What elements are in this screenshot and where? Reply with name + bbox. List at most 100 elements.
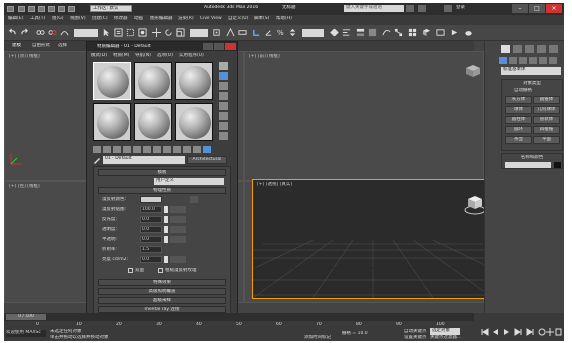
translucency-checkbox[interactable] (164, 236, 168, 243)
material-editor-icon[interactable] (408, 28, 417, 37)
rendered-frame-window-icon[interactable] (436, 28, 445, 37)
link-icon[interactable] (36, 28, 45, 37)
luminance-map-button[interactable] (170, 256, 186, 263)
cylinder-button[interactable]: 圆柱体 (505, 116, 532, 124)
translucency-input[interactable]: 0.0 (140, 236, 162, 243)
box-button[interactable]: 长方体 (505, 96, 532, 104)
material-map-navigator-icon[interactable] (203, 146, 211, 153)
menu-customize[interactable]: 自定义(U) (228, 16, 248, 21)
teapot-button[interactable]: 茶壶 (505, 136, 532, 144)
select-manipulate-icon[interactable] (226, 28, 235, 37)
project-folder-icon[interactable] (68, 6, 75, 12)
undo-icon[interactable] (8, 28, 17, 37)
luminance-checkbox[interactable] (164, 256, 168, 263)
get-material-icon[interactable] (93, 146, 101, 153)
me-menu-utilities[interactable]: 实用程序(U) (179, 53, 204, 58)
rollout-mental-ray[interactable]: mental ray 连接 (98, 306, 226, 313)
transparency-input[interactable]: 0.0 (140, 226, 162, 233)
shininess-checkbox[interactable] (164, 216, 168, 223)
show-end-result-icon[interactable] (173, 146, 181, 153)
material-id-icon[interactable] (153, 146, 161, 153)
select-object-icon[interactable] (102, 28, 111, 37)
material-slot-2[interactable] (134, 62, 172, 100)
window-crossing-icon[interactable] (138, 28, 147, 37)
open-icon[interactable] (28, 6, 35, 12)
me-close-button[interactable] (225, 43, 236, 50)
menu-civil-view[interactable]: Civil View (200, 16, 222, 21)
sample-type-icon[interactable] (219, 62, 228, 70)
me-menu-navigation[interactable]: 导航(N) (135, 53, 151, 58)
cone-button[interactable]: 圆锥体 (533, 96, 560, 104)
name-color-title[interactable]: 名称和颜色 (502, 155, 562, 160)
viewport-front[interactable]: [+] [前] [线框] (244, 51, 484, 181)
menu-help[interactable]: 帮助(H) (276, 16, 292, 21)
me-maximize-button[interactable] (214, 43, 224, 50)
percent-snap-icon[interactable]: % (276, 28, 285, 37)
rotate-icon[interactable] (164, 28, 173, 37)
auto-grid-checkbox[interactable]: 自动栅格 (514, 88, 532, 93)
me-menu-material[interactable]: 材质(M) (113, 53, 129, 58)
me-minimize-button[interactable] (203, 43, 213, 50)
redo-quick-icon[interactable] (58, 6, 65, 12)
maximize-button[interactable]: □ (529, 4, 545, 13)
search-icon[interactable] (406, 5, 414, 12)
pick-from-object-icon[interactable] (93, 156, 101, 164)
time-slider-track[interactable]: 0 / 100 (4, 313, 474, 321)
graphite-ribbon-icon[interactable] (368, 28, 377, 37)
maxscript-listener[interactable]: 欢迎使用 MAXSc (6, 330, 46, 337)
ribbon-tab-freeform[interactable]: 自由形式 (32, 43, 50, 48)
sample-uv-tiling-icon[interactable] (219, 92, 228, 100)
helpers-icon[interactable] (539, 57, 547, 64)
menu-create[interactable]: 创建(C) (92, 16, 108, 21)
render-production-icon[interactable] (450, 28, 459, 37)
video-color-check-icon[interactable] (219, 102, 228, 110)
transparency-map-button[interactable] (170, 226, 186, 233)
layer-manager-icon[interactable] (356, 28, 365, 37)
diffuse-map-button[interactable] (170, 206, 186, 213)
translucency-map-button[interactable] (170, 236, 186, 243)
named-selection-dropdown[interactable] (302, 29, 324, 37)
menu-animation[interactable]: 动画 (134, 16, 143, 21)
reference-coord-dropdown[interactable] (190, 29, 208, 37)
material-name-input[interactable]: 01 - Default (103, 156, 185, 164)
viewport-perspective[interactable]: [+] [透视] [真实] (252, 179, 494, 299)
transparency-checkbox[interactable] (164, 226, 168, 233)
redo-icon[interactable] (20, 28, 29, 37)
object-color-swatch[interactable] (554, 162, 561, 168)
go-to-parent-icon[interactable] (183, 146, 191, 153)
space-warps-icon[interactable] (549, 57, 557, 64)
keyboard-shortcut-icon[interactable] (238, 28, 247, 37)
viewport-label-left[interactable]: [+] [左] [线框] (9, 184, 40, 189)
shapes-icon[interactable] (509, 57, 517, 64)
rollout-special-effects[interactable]: 特殊效果 (98, 279, 226, 286)
pyramid-button[interactable]: 四棱锥 (533, 126, 560, 134)
menu-modifiers[interactable]: 修改器 (114, 16, 128, 21)
angle-snap-icon[interactable] (264, 28, 273, 37)
sphere-button[interactable]: 球体 (505, 106, 532, 114)
teapot-render-icon[interactable] (464, 28, 473, 37)
create-tab-icon[interactable] (501, 45, 510, 53)
object-name-input[interactable] (505, 162, 551, 168)
shininess-map-button[interactable] (170, 216, 186, 223)
motion-tab-icon[interactable] (537, 45, 546, 53)
menu-views[interactable]: 视图(V) (70, 16, 86, 21)
app-logo-icon[interactable] (7, 6, 14, 12)
assign-material-icon[interactable] (113, 146, 121, 153)
minimize-button[interactable]: – (512, 4, 528, 13)
bind-space-warp-icon[interactable] (60, 28, 69, 37)
raw-diffuse-checkbox[interactable] (158, 268, 163, 273)
material-slot-4[interactable] (93, 103, 131, 141)
render-setup-icon[interactable] (422, 28, 431, 37)
viewport-label-front[interactable]: [+] [前] [线框] (249, 54, 280, 59)
pivot-center-icon[interactable] (212, 28, 221, 37)
me-menu-options[interactable]: 选项(O) (157, 53, 173, 58)
star-icon[interactable] (418, 5, 426, 12)
menu-graph-editors[interactable]: 图形编辑器 (150, 16, 173, 21)
cameras-icon[interactable] (529, 57, 537, 64)
menu-rendering[interactable]: 渲染(R) (178, 16, 194, 21)
diffuse-map-amount[interactable]: 100.0 (140, 206, 162, 213)
login-button[interactable]: 登录 (456, 5, 486, 12)
align-icon[interactable] (342, 28, 351, 37)
rect-selection-icon[interactable] (126, 28, 135, 37)
new-scene-icon[interactable] (18, 6, 25, 12)
